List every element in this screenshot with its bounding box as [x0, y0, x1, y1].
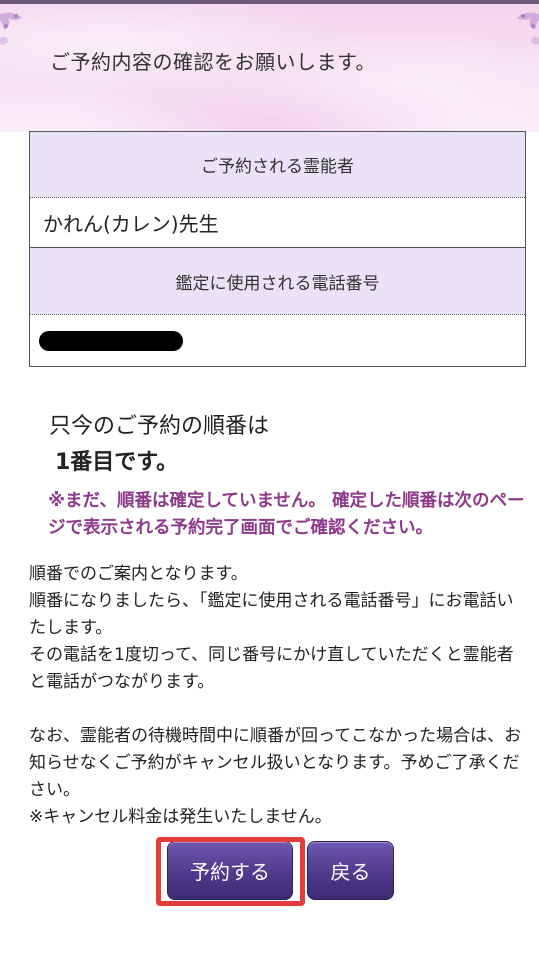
psychic-name: かれん(カレン)先生 — [30, 197, 525, 247]
page-title: ご予約内容の確認をお願いします。 — [50, 50, 376, 74]
order-number: 1番目です。 — [55, 450, 179, 475]
reservation-table: ご予約される霊能者 かれん(カレン)先生 鑑定に使用される電話番号 — [29, 131, 526, 367]
phone-label: 鑑定に使用される電話番号 — [30, 247, 525, 314]
guidance-paragraph: 順番でのご案内となります。 順番になりましたら、「鑑定に使用される電話番号」にお… — [29, 564, 514, 692]
psychic-label: ご予約される霊能者 — [30, 131, 525, 197]
guidance-text: 順番でのご案内となります。 順番になりましたら、「鑑定に使用される電話番号」にお… — [29, 561, 529, 831]
redacted-phone — [39, 330, 183, 351]
reserve-button[interactable]: 予約する — [167, 841, 293, 900]
page-header: ご予約内容の確認をお願いします。 — [0, 4, 539, 132]
order-text: 只今のご予約の順番は — [49, 414, 270, 439]
cancellation-paragraph: なお、霊能者の待機時間中に順番が回ってこなかった場合は、お知らせなくご予約がキャ… — [29, 726, 522, 827]
back-button[interactable]: 戻る — [307, 841, 394, 900]
phone-number — [30, 314, 525, 366]
notice-text: ※まだ、順番は確定していません。 確定した順番は次のページで表示される予約完了画… — [48, 491, 525, 538]
ornament-icon — [517, 12, 539, 45]
ornament-icon — [0, 12, 22, 45]
